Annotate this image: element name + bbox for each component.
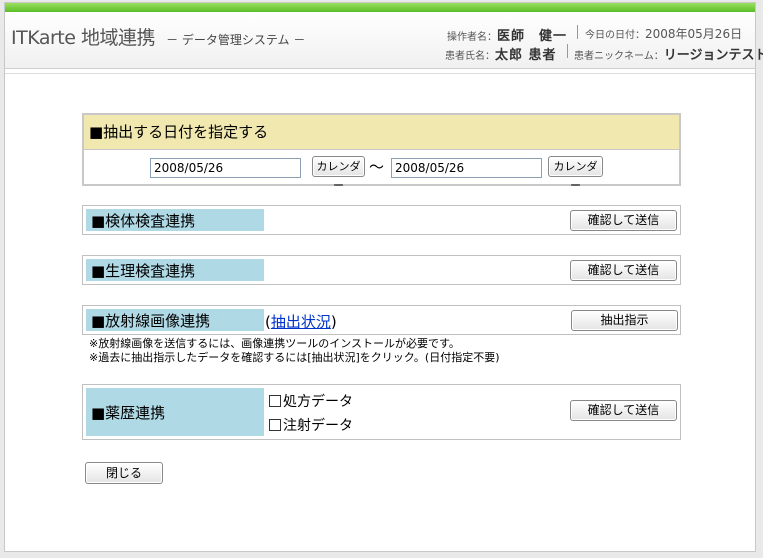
app-window: ITKarte 地域連携 － データ管理システム － 操作者名：医師 健一 今日… (4, 2, 763, 552)
note-line: ※過去に抽出指示したデータを確認するには[抽出状況]をクリック。(日付指定不要) (89, 351, 500, 364)
date-separator: ～ (369, 158, 385, 176)
injection-checkbox[interactable] (269, 419, 281, 431)
note-line: ※放射線画像を送信するには、画像連携ツールのインストールが必要です。 (89, 337, 460, 350)
prescription-checkbox[interactable] (269, 395, 281, 407)
extract-order-button[interactable]: 抽出指示 (571, 310, 678, 331)
medication-label: ■薬歴連携 (86, 388, 264, 436)
operator-label: 操作者名： (447, 32, 497, 43)
operator-name: 医師 健一 (497, 29, 568, 44)
injection-checkbox-row[interactable]: 注射データ (269, 415, 353, 435)
nickname-value: リージョンテスト (663, 48, 763, 63)
today-label: 今日の日付： (585, 30, 645, 41)
patient-info: 患者氏名：太郎 患者 (445, 44, 557, 63)
nickname-info: 患者ニックネーム：リージョンテスト (574, 44, 763, 63)
medication-send-button[interactable]: 確認して送信 (570, 400, 677, 421)
medication-panel: ■薬歴連携 処方データ 注射データ 確認して送信 (82, 384, 681, 440)
operator-info: 操作者名：医師 健一 (447, 25, 567, 44)
physiology-send-button[interactable]: 確認して送信 (570, 260, 677, 281)
specimen-label: ■検体検査連携 (86, 209, 264, 231)
radiology-panel: ■放射線画像連携 (抽出状況) 抽出指示 (82, 305, 681, 335)
specimen-panel: ■検体検査連携 確認して送信 (82, 205, 681, 235)
today-info: 今日の日付：2008年05月26日 (585, 25, 742, 42)
today-value: 2008年05月26日 (645, 27, 743, 41)
prescription-label: 処方データ (283, 394, 353, 410)
app-title-main: ITKarte 地域連携 (11, 27, 155, 49)
from-calendar-button[interactable]: カレンダー (312, 156, 365, 192)
notes: ※放射線画像を送信するには、画像連携ツールのインストールが必要です。 ※過去に抽… (89, 337, 500, 365)
physiology-label: ■生理検査連携 (86, 259, 264, 281)
app-title: ITKarte 地域連携 － データ管理システム － (11, 23, 305, 50)
to-calendar-button[interactable]: カレンダー (548, 156, 603, 192)
from-date-input[interactable] (150, 158, 301, 178)
patient-name: 太郎 患者 (495, 48, 557, 63)
date-section-heading: ■抽出する日付を指定する (84, 115, 679, 150)
radiology-status: (抽出状況) (265, 313, 337, 331)
radiology-label: ■放射線画像連携 (86, 309, 264, 331)
date-range-panel: ■抽出する日付を指定する カレンダー ～ カレンダー (82, 113, 681, 192)
nickname-label: 患者ニックネーム： (574, 51, 664, 62)
app-subtitle: － データ管理システム － (166, 33, 306, 47)
extraction-status-link[interactable]: 抽出状況 (271, 313, 331, 331)
top-accent-bar (5, 3, 755, 12)
injection-label: 注射データ (283, 418, 353, 434)
specimen-send-button[interactable]: 確認して送信 (570, 210, 677, 231)
close-button[interactable]: 閉じる (85, 462, 163, 484)
prescription-checkbox-row[interactable]: 処方データ (269, 391, 353, 411)
physiology-panel: ■生理検査連携 確認して送信 (82, 255, 681, 285)
patient-label: 患者氏名： (445, 51, 495, 62)
to-date-input[interactable] (391, 158, 542, 178)
